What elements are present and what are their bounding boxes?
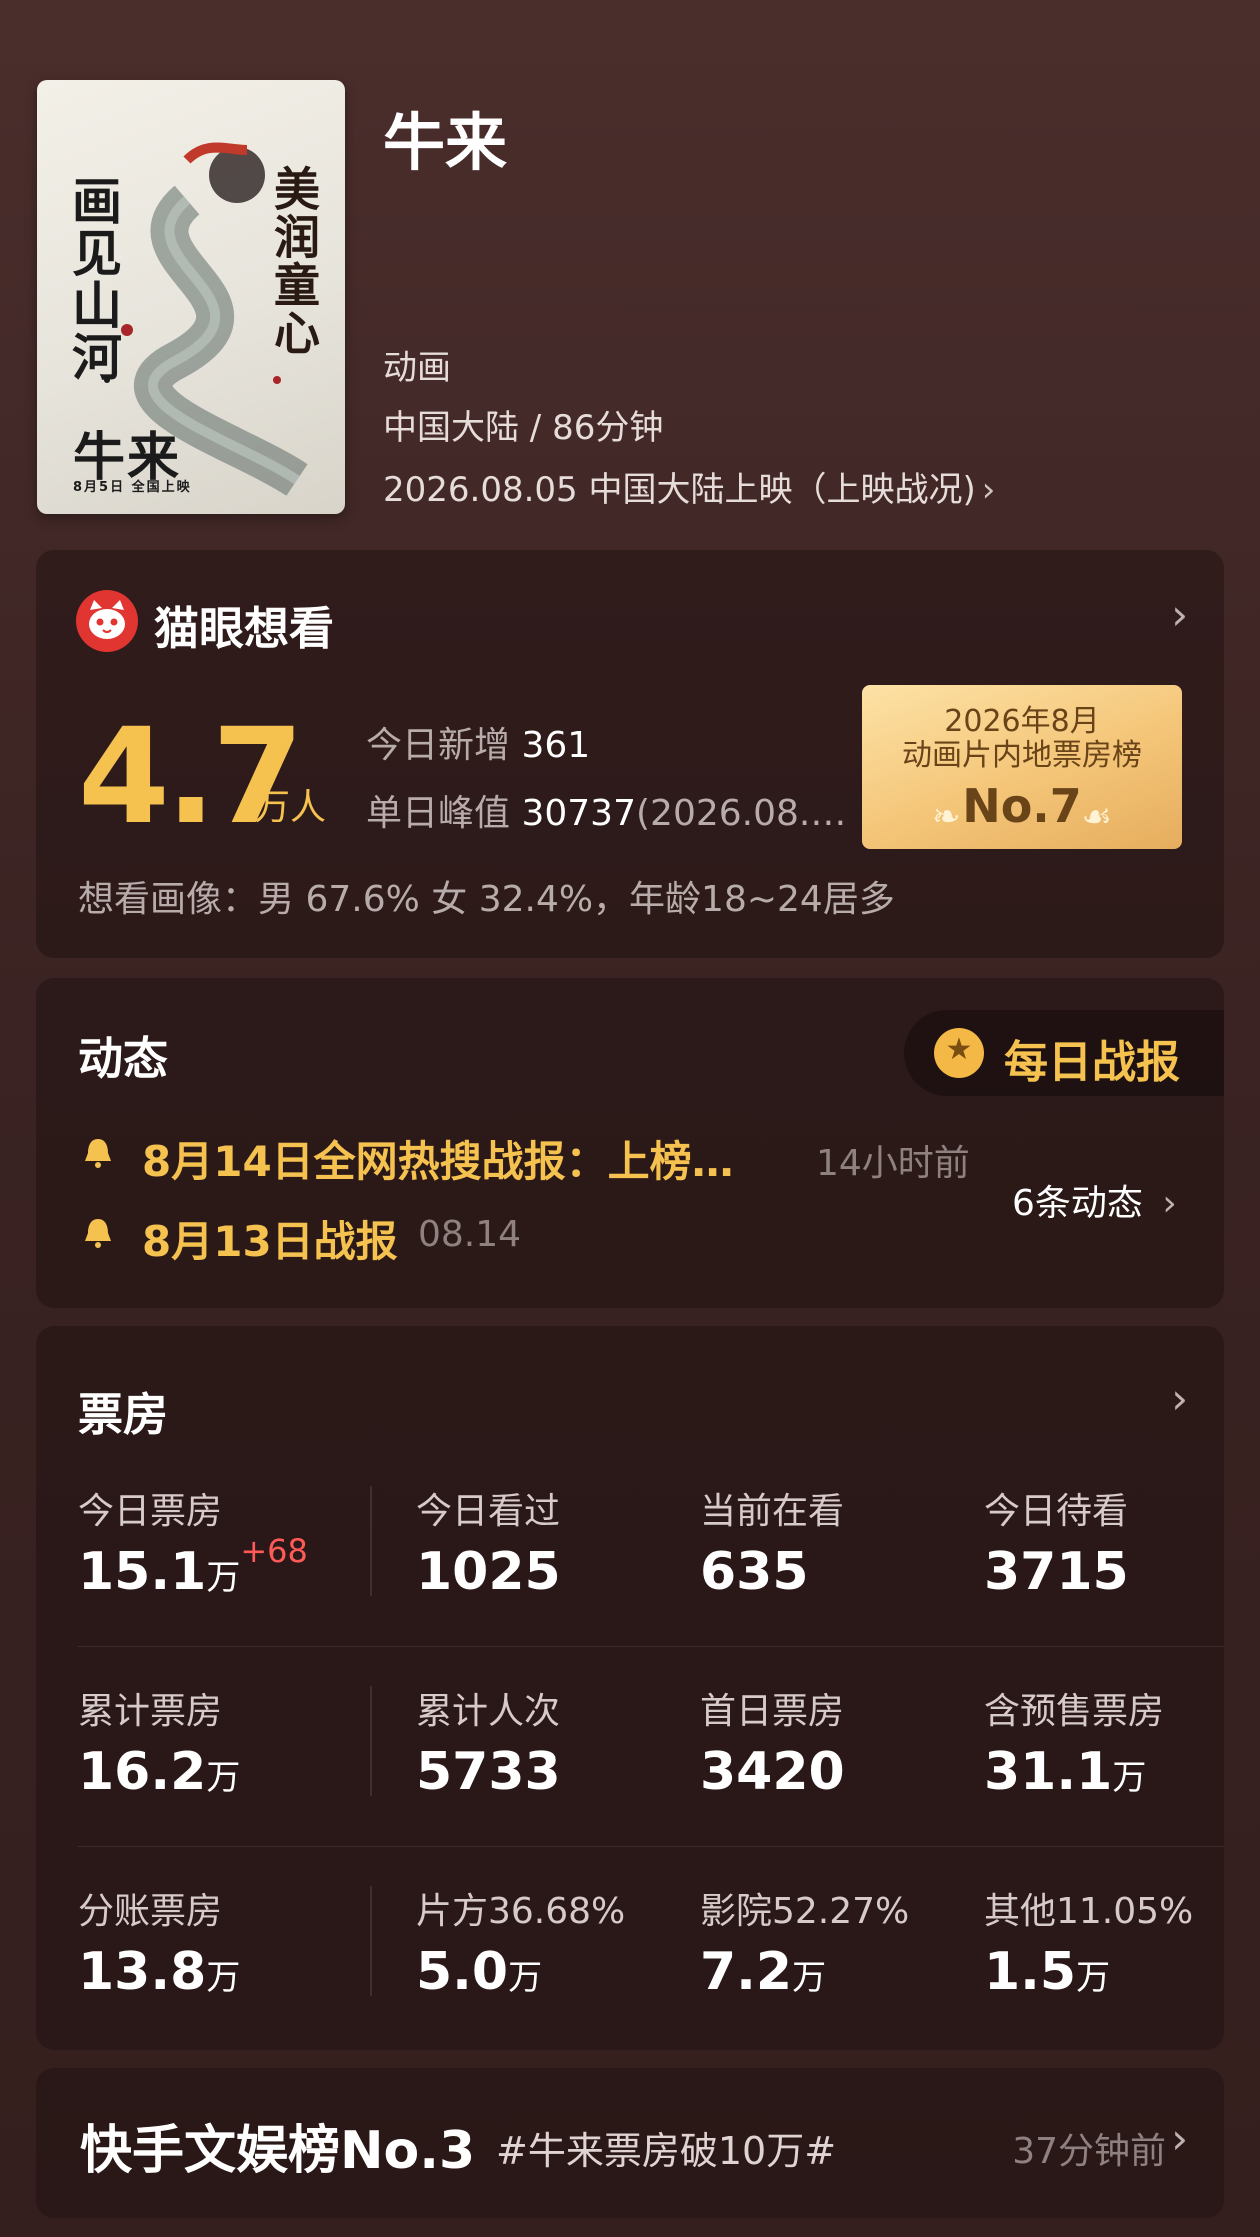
- bo-presale-value: 31.1万: [984, 1742, 1146, 1802]
- bo-watched-value: 1025: [416, 1542, 561, 1602]
- laurel-right-icon: ☙: [1081, 797, 1112, 837]
- bo-firstday-label: 首日票房: [700, 1691, 845, 1732]
- bo-watching-label: 当前在看: [700, 1491, 845, 1532]
- maoyan-cat-icon: [76, 590, 138, 652]
- divider: [78, 1646, 1224, 1647]
- bo-today-value: 15.1万+68: [78, 1532, 308, 1602]
- bell-icon: [85, 1139, 111, 1168]
- bo-total-label: 累计票房: [78, 1691, 223, 1732]
- bo-pending-label: 今日待看: [984, 1491, 1129, 1532]
- bo-cinema-unit: 万: [792, 1958, 827, 1998]
- want-count-unit: 万人: [254, 787, 327, 828]
- bo-cinema-number: 7.2: [700, 1942, 793, 2002]
- bo-producer-unit: 万: [508, 1958, 543, 1998]
- bo-pending-value: 3715: [984, 1542, 1129, 1602]
- bo-other-label: 其他11.05%: [984, 1891, 1194, 1932]
- bo-other-unit: 万: [1076, 1958, 1111, 1998]
- bo-split-value: 13.8万: [78, 1942, 240, 2002]
- boxoffice-title: 票房: [78, 1388, 169, 1441]
- divider: [78, 1846, 1224, 1847]
- bo-presale-number: 31.1: [984, 1742, 1113, 1802]
- poster-left-calligraphy: 画见山河: [64, 175, 123, 383]
- bo-total-number: 16.2: [78, 1742, 207, 1802]
- bo-split-label: 分账票房: [78, 1891, 223, 1932]
- peak-label: 单日峰值: [366, 793, 511, 834]
- today-new-row: 今日新增 361: [366, 716, 590, 768]
- movie-release-link[interactable]: 2026.08.05 中国大陆上映（上映战况) ›: [383, 462, 995, 511]
- rank-position: No.7: [962, 779, 1082, 833]
- bo-total-value: 16.2万: [78, 1742, 240, 1802]
- boxoffice-card: 票房 › 今日票房 15.1万+68 今日看过 1025 当前在看 635 今日…: [36, 1326, 1224, 2050]
- poster-date: 8月5日 全国上映: [73, 480, 192, 495]
- chevron-right-icon: ›: [1171, 2114, 1188, 2163]
- news-item-2-time: 08.14: [418, 1214, 522, 1255]
- bo-total-unit: 万: [206, 1758, 241, 1798]
- chevron-right-icon: ›: [981, 470, 996, 510]
- bo-other-number: 1.5: [984, 1942, 1077, 2002]
- bo-firstday-value: 3420: [700, 1742, 845, 1802]
- peak-date: (2026.08.…: [636, 793, 847, 834]
- want-count: 4.7: [78, 700, 304, 854]
- kuaishou-title: 快手文娱榜No.3: [80, 2121, 476, 2181]
- chevron-right-icon: ›: [1162, 1183, 1177, 1224]
- today-new-label: 今日新增: [366, 725, 511, 766]
- divider: [370, 1886, 372, 1996]
- movie-genre: 动画: [383, 348, 451, 388]
- bo-presale-unit: 万: [1112, 1758, 1147, 1798]
- bo-presale-label: 含预售票房: [984, 1691, 1165, 1732]
- bo-today-number: 15.1: [78, 1542, 207, 1602]
- news-item-2-text[interactable]: 8月13日战报: [142, 1208, 398, 1269]
- bo-split-number: 13.8: [78, 1942, 207, 2002]
- poster-right-calligraphy: 美润童心: [267, 165, 321, 357]
- bell-icon: [85, 1219, 111, 1248]
- bo-split-unit: 万: [206, 1958, 241, 1998]
- daily-report-label: 每日战报: [1004, 1037, 1180, 1088]
- chevron-right-icon[interactable]: ›: [1171, 1374, 1188, 1423]
- daily-report-button[interactable]: ★ 每日战报: [904, 1010, 1224, 1096]
- movie-poster[interactable]: 画见山河 美润童心 牛来 8月5日 全国上映: [37, 80, 345, 514]
- want-card[interactable]: 猫眼想看 › 4.7 万人 今日新增 361 单日峰值 30737(2026.0…: [36, 550, 1224, 958]
- bo-cinema-value: 7.2万: [700, 1942, 826, 2002]
- news-title: 动态: [78, 1032, 169, 1085]
- peak-row: 单日峰值 30737(2026.08.…: [366, 784, 846, 836]
- rank-category: 动画片内地票房榜: [902, 738, 1142, 773]
- kuaishou-time: 37分钟前: [1012, 2131, 1166, 2172]
- medal-icon: ★: [934, 1028, 984, 1078]
- chevron-right-icon[interactable]: ›: [1171, 590, 1188, 639]
- bo-producer-number: 5.0: [416, 1942, 509, 2002]
- news-item-1-text[interactable]: 8月14日全网热搜战报：上榜…: [142, 1128, 734, 1189]
- movie-title: 牛来: [383, 106, 508, 179]
- rank-period: 2026年8月: [944, 704, 1100, 739]
- bo-producer-label: 片方36.68%: [416, 1891, 626, 1932]
- movie-region-duration: 中国大陆 / 86分钟: [383, 408, 664, 448]
- rank-badge[interactable]: 2026年8月 动画片内地票房榜 No.7 ❧ ☙: [862, 685, 1182, 849]
- bo-other-value: 1.5万: [984, 1942, 1110, 2002]
- today-new-value: 361: [521, 725, 591, 766]
- divider: [370, 1486, 372, 1596]
- bo-cinema-label: 影院52.27%: [700, 1891, 910, 1932]
- kuaishou-tag[interactable]: #牛来票房破10万#: [496, 2120, 836, 2175]
- bo-admissions-value: 5733: [416, 1742, 561, 1802]
- want-title: 猫眼想看: [154, 602, 335, 655]
- news-count-link[interactable]: 6条动态 ›: [1012, 1174, 1177, 1226]
- bo-watching-value: 635: [700, 1542, 809, 1602]
- laurel-left-icon: ❧: [932, 797, 961, 837]
- bo-today-delta: +68: [240, 1532, 308, 1570]
- bo-admissions-label: 累计人次: [416, 1691, 561, 1732]
- news-card: 动态 ★ 每日战报 8月14日全网热搜战报：上榜… 14小时前 8月13日战报 …: [36, 978, 1224, 1308]
- news-count-label: 6条动态: [1012, 1183, 1143, 1224]
- movie-release-text: 2026.08.05 中国大陆上映（上映战况): [383, 470, 976, 510]
- bo-watched-label: 今日看过: [416, 1491, 561, 1532]
- bo-today-label: 今日票房: [78, 1491, 223, 1532]
- kuaishou-card[interactable]: 快手文娱榜No.3 #牛来票房破10万# 37分钟前 ›: [36, 2068, 1224, 2218]
- bo-producer-value: 5.0万: [416, 1942, 542, 2002]
- divider: [370, 1686, 372, 1796]
- peak-value: 30737: [521, 793, 636, 834]
- news-item-1-time: 14小时前: [816, 1143, 970, 1184]
- bo-today-unit: 万: [206, 1558, 241, 1598]
- want-portrait: 想看画像：男 67.6% 女 32.4%，年龄18~24居多: [78, 879, 895, 920]
